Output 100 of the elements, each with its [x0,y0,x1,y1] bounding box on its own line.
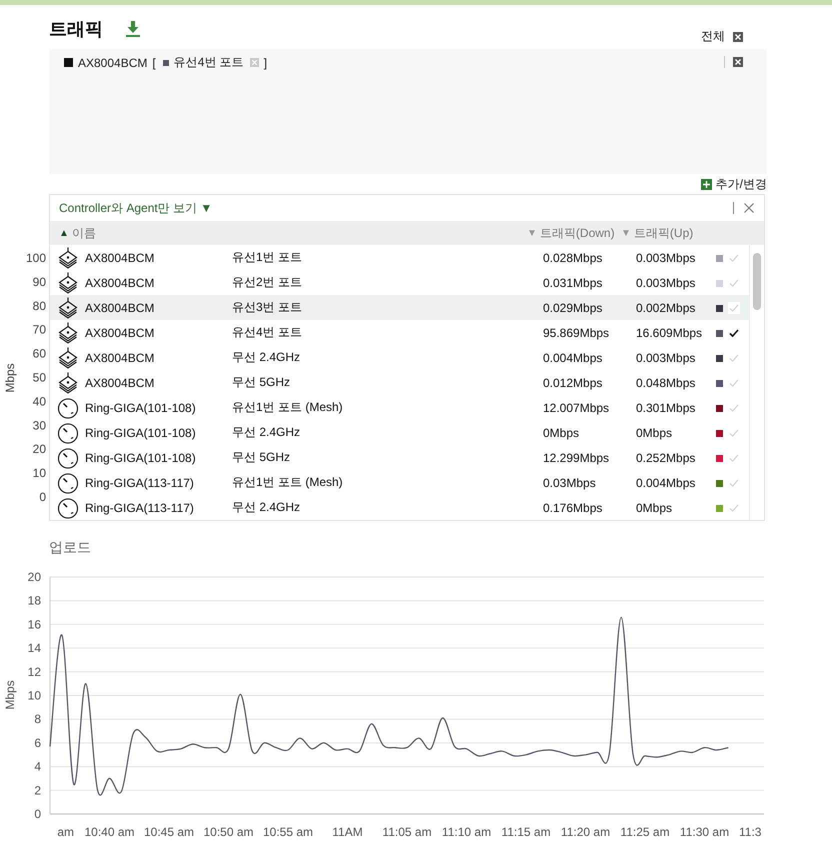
y-tick-label: 20 [28,570,41,584]
port-name: 유선4번 포트 [174,54,244,71]
checkbox[interactable] [728,326,740,338]
upload-rate: 0.002Mbps [636,300,696,314]
checkbox[interactable] [728,302,740,314]
y-tick-label: 14 [28,641,41,656]
device-name: Ring-GIGA(113-117) [85,500,195,514]
x-tick-label: 11:15 am [501,825,551,839]
axis-title: Mbps [3,363,17,393]
device-name: Ring-GIGA(101-108) [85,426,197,440]
x-tick-label: 11:20 am [560,825,610,839]
x-tick-label: 11:30 am [680,825,730,839]
device-name: AX8004BCM [85,276,156,290]
x-tick-label: 11AM [332,825,363,839]
close-icon[interactable] [744,203,754,213]
table-row[interactable]: AX8004BCM 유선1번 포트 0.028Mbps 0.003Mbps [50,245,750,270]
device-name: Ring-GIGA(101-108) [85,450,197,464]
device-name: AX8004BCM [85,300,156,314]
download-rate: 0.031Mbps [543,276,604,290]
scrollbar-thumb[interactable] [753,253,762,310]
table-row[interactable]: Ring-GIGA(113-117) 유선1번 포트 (Mesh) 0.03Mbps 0.004Mbps [50,470,750,495]
port-name: 유선3번 포트 [232,299,304,316]
axis-title: Mbps [3,680,17,710]
y-tick-label: 60 [32,346,46,361]
port-name: 무선 5GHz [232,449,292,466]
clear-all-label: 전체 [701,28,725,45]
download-rate: 12.299Mbps [543,450,610,464]
x-tick-label: 11:10 am [442,825,492,839]
download-rate: 0Mbps [543,426,580,440]
device-name: AX8004BCM [85,350,156,364]
table-row[interactable]: AX8004BCM 유선4번 포트 95.869Mbps 16.609Mbps [50,320,750,345]
upload-rate: 0.004Mbps [636,476,696,490]
dial-circle-icon [57,446,79,468]
layered-diamond-icon [57,296,79,318]
table-row[interactable]: AX8004BCM 유선2번 포트 0.031Mbps 0.003Mbps [50,270,750,295]
y-tick-label: 100 [26,251,46,265]
dial-circle-icon [57,396,79,418]
y-tick-label: 50 [32,370,46,384]
port-name: 무선 2.4GHz [232,499,302,516]
y-tick-label: 10 [28,688,41,702]
port-name: 유선4번 포트 [232,324,304,341]
port-name: 유선1번 포트 (Mesh) [232,399,344,416]
clipped-tick-label: 11:3 [739,825,762,839]
column-header[interactable]: 이름 [72,224,96,242]
table-row[interactable]: AX8004BCM 무선 5GHz 0.012Mbps 0.048Mbps [50,370,750,395]
remove-icon[interactable] [250,58,259,67]
port-name: 유선2번 포트 [232,274,304,291]
upload-rate: 0.003Mbps [636,350,696,364]
upload-rate: 0.252Mbps [636,450,696,464]
x-tick-label: 10:50 am [203,825,254,839]
column-header[interactable]: 트래픽(Down) [540,224,615,242]
table-row[interactable]: AX8004BCM 유선3번 포트 0.029Mbps 0.002Mbps [50,295,750,320]
upload-rate: 0.003Mbps [636,250,696,264]
y-tick-label: 40 [32,394,46,408]
upload-rate: 0Mbps [636,426,674,440]
upload-rate: 0.003Mbps [636,276,696,290]
filter-dropdown[interactable]: Controller와 Agent만 보기 ▼ [59,200,212,216]
plus-icon [700,178,712,190]
y-tick-label: 30 [32,418,46,432]
bracket: ] [264,56,268,70]
page-title: 트래픽 [49,18,103,41]
download-icon[interactable] [126,21,140,37]
dial-circle-icon [57,472,79,494]
table-row[interactable]: AX8004BCM 무선 2.4GHz 0.004Mbps 0.003Mbps [50,345,750,370]
port-name: 유선1번 포트 [232,249,304,266]
device-name: AX8004BCM [85,250,156,264]
upload-rate: 16.609Mbps [636,326,704,340]
x-tick-label: 10:55 am [262,825,314,839]
y-tick-label: 6 [34,736,41,750]
y-tick-label: 4 [34,760,41,774]
y-tick-label: 2 [34,783,41,798]
x-tick-label: 10:45 am [144,825,194,839]
device-name: AX8004BCM [85,376,156,390]
bracket: [ [152,56,156,70]
sort-indicator[interactable]: ▲ [59,228,69,238]
table-row[interactable]: Ring-GIGA(113-117) 무선 2.4GHz 0.176Mbps 0Mbps [50,495,750,520]
y-tick-label: 12 [28,664,41,679]
y-tick-label: 0 [39,490,46,504]
y-tick-label: 90 [32,274,46,289]
download-rate: 0.004Mbps [543,350,604,364]
dial-circle-icon [57,496,79,518]
port-name: 유선1번 포트 (Mesh) [232,474,344,491]
table-row[interactable]: Ring-GIGA(101-108) 무선 5GHz 12.299Mbps 0.252Mbps [50,445,750,470]
download-rate: 0.03Mbps [543,476,597,490]
device-name: AX8004BCM [85,326,156,340]
upload-rate: 0.301Mbps [636,400,696,414]
device-name: AX8004BCM [78,56,148,70]
x-tick-label: 11:25 am [620,825,670,839]
clipped-tick-label: am [57,825,74,839]
table-row[interactable]: Ring-GIGA(101-108) 무선 2.4GHz 0Mbps 0Mbps [50,420,750,445]
add-change-button[interactable]: 추가/변경 [700,176,767,192]
download-rate: 12.007Mbps [543,400,610,414]
y-tick-label: 70 [32,322,46,337]
y-tick-label: 18 [28,594,41,608]
column-header[interactable]: 트래픽(Up) [634,224,694,242]
download-rate: 95.869Mbps [543,326,610,340]
table-row[interactable]: Ring-GIGA(101-108) 유선1번 포트 (Mesh) 12.007Mbps 0.301Mbps [50,395,750,420]
chart-title: 업로드 [49,539,91,557]
layered-diamond-icon [57,322,79,344]
upload-rate: 0Mbps [636,500,674,514]
